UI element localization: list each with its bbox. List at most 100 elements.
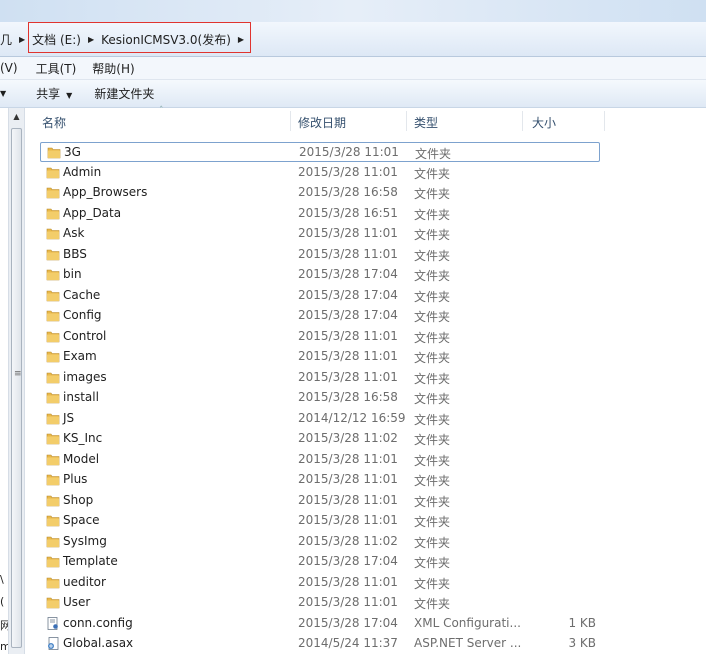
nav-fragment[interactable]: ( [0,595,4,608]
folder-row[interactable]: install 2015/3/28 16:58 文件夹 [40,388,600,408]
folder-row[interactable]: App_Browsers 2015/3/28 16:58 文件夹 [40,183,600,203]
file-modified-date: 2015/3/28 11:02 [298,533,398,548]
column-header-date[interactable]: 修改日期 [298,114,346,131]
navigation-pane[interactable]: \ ( 网 m [0,108,11,654]
folder-row[interactable]: Model 2015/3/28 11:01 文件夹 [40,450,600,470]
file-modified-date: 2015/3/28 11:02 [298,431,398,445]
file-name: SysImg [63,533,107,548]
column-header-type[interactable]: 类型 [414,114,438,131]
folder-row[interactable]: images 2015/3/28 11:01 文件夹 [40,368,600,388]
folder-row[interactable]: Ask 2015/3/28 11:01 文件夹 [40,224,600,244]
folder-row[interactable]: BBS 2015/3/28 11:01 文件夹 [40,245,600,265]
breadcrumb-computer[interactable]: 几 [0,31,16,48]
file-type: 文件夹 [414,576,451,591]
file-modified-date: 2015/3/28 11:01 [298,369,398,384]
file-row[interactable]: Global.asax 2014/5/24 11:37 ASP.NET Server… [40,634,600,654]
file-type: 文件夹 [414,556,451,570]
file-type: 文件夹 [414,351,451,365]
folder-row[interactable]: SysImg 2015/3/28 11:02 文件夹 [40,532,600,552]
file-type: 文件夹 [415,147,452,161]
file-type: 文件夹 [414,392,451,406]
menu-tools[interactable]: 工具(T) [36,60,77,77]
file-type: 文件夹 [414,187,451,201]
column-divider[interactable] [604,111,605,131]
file-type: 文件夹 [414,310,451,324]
folder-icon [46,596,60,609]
menu-help[interactable]: 帮助(H) [92,60,134,77]
nav-fragment[interactable]: \ [0,573,4,586]
annotation-highlight-box [28,22,251,53]
address-bar[interactable]: 几 ▶ 文档 (E:) ▶ KesionICMSV3.0(发布) ▶ [0,22,706,57]
chevron-down-icon: ▼ [66,91,73,100]
folder-icon [46,514,60,527]
folder-row[interactable]: JS 2014/12/12 16:59 文件夹 [40,409,600,429]
file-size: 1 KB [568,615,596,630]
folder-row[interactable]: User 2015/3/28 11:01 文件夹 [40,593,600,613]
file-type: 文件夹 [414,515,451,529]
file-type: XML Configurati... [414,615,521,630]
file-name: Exam [63,349,97,363]
file-modified-date: 2015/3/28 11:01 [298,246,398,261]
column-headers: 名称 ˆ 修改日期 类型 大小 [26,106,706,136]
folder-icon [46,248,60,261]
scroll-up-arrow-icon[interactable]: ▲ [9,112,24,126]
file-modified-date: 2015/3/28 11:01 [298,451,398,466]
file-type: ASP.NET Server ... [414,636,522,650]
folder-row[interactable]: Admin 2015/3/28 11:01 文件夹 [40,163,600,183]
folder-row[interactable]: Exam 2015/3/28 11:01 文件夹 [40,347,600,367]
file-type: 文件夹 [414,433,451,447]
folder-row[interactable]: Template 2015/3/28 17:04 文件夹 [40,552,600,572]
file-name: App_Data [63,205,122,220]
folder-icon [46,432,60,445]
file-modified-date: 2015/3/28 17:04 [298,615,398,630]
file-size: 3 KB [568,636,596,650]
folder-row[interactable]: Space 2015/3/28 11:01 文件夹 [40,511,600,531]
folder-row[interactable]: ueditor 2015/3/28 11:01 文件夹 [40,573,600,593]
file-name: Control [63,328,107,343]
folder-row[interactable]: bin 2015/3/28 17:04 文件夹 [40,265,600,285]
file-type: 文件夹 [414,269,451,283]
file-type: 文件夹 [414,371,451,386]
share-button[interactable]: 共享 ▼ [36,85,72,102]
folder-row[interactable]: Cache 2015/3/28 17:04 文件夹 [40,286,600,306]
column-header-name[interactable]: 名称 [42,114,66,131]
scroll-thumb[interactable]: ≡ [11,128,22,648]
folder-row[interactable]: 3G 2015/3/28 11:01 文件夹 [40,142,600,162]
column-divider[interactable] [290,111,291,131]
file-type: 文件夹 [414,535,451,550]
file-type: 文件夹 [414,207,451,222]
file-name: App_Browsers [63,185,148,199]
nav-scrollbar[interactable]: ▲ ≡ [8,108,25,654]
column-divider[interactable] [406,111,407,131]
folder-row[interactable]: Plus 2015/3/28 11:01 文件夹 [40,470,600,490]
file-modified-date: 2014/12/12 16:59 [298,410,406,425]
column-header-size[interactable]: 大小 [532,114,556,131]
folder-row[interactable]: KS_Inc 2015/3/28 11:02 文件夹 [40,429,600,449]
file-type: 文件夹 [414,228,451,242]
folder-row[interactable]: Shop 2015/3/28 11:01 文件夹 [40,491,600,511]
file-modified-date: 2015/3/28 11:01 [298,472,398,486]
window-title-strip [0,0,706,22]
file-modified-date: 2015/3/28 11:01 [299,145,399,159]
folder-row[interactable]: Control 2015/3/28 11:01 文件夹 [40,327,600,347]
folder-icon [46,289,60,302]
file-modified-date: 2015/3/28 11:01 [298,349,398,363]
new-folder-button[interactable]: 新建文件夹 [94,85,154,102]
file-modified-date: 2015/3/28 17:04 [298,554,398,568]
breadcrumb-arrow-icon[interactable]: ▶ [16,35,28,44]
file-name: Shop [63,492,94,507]
file-modified-date: 2015/3/28 11:01 [298,513,398,527]
folder-row[interactable]: Config 2015/3/28 17:04 文件夹 [40,306,600,326]
menu-view[interactable]: (V) [0,61,18,75]
folder-row[interactable]: App_Data 2015/3/28 16:51 文件夹 [40,204,600,224]
file-name: ueditor [63,574,106,589]
file-list: 名称 ˆ 修改日期 类型 大小 3G 2015/3/28 11:01 文件夹 Admi… [26,106,706,654]
folder-icon [46,494,60,507]
file-row[interactable]: conn.config 2015/3/28 17:04 XML Configurat… [40,614,600,634]
organize-dropdown-icon[interactable]: ▼ [0,89,6,98]
file-type: 文件夹 [414,474,451,488]
column-divider[interactable] [522,111,523,131]
file-modified-date: 2015/3/28 17:04 [298,287,398,302]
asax-file-icon [46,637,60,650]
folder-icon [46,268,60,281]
